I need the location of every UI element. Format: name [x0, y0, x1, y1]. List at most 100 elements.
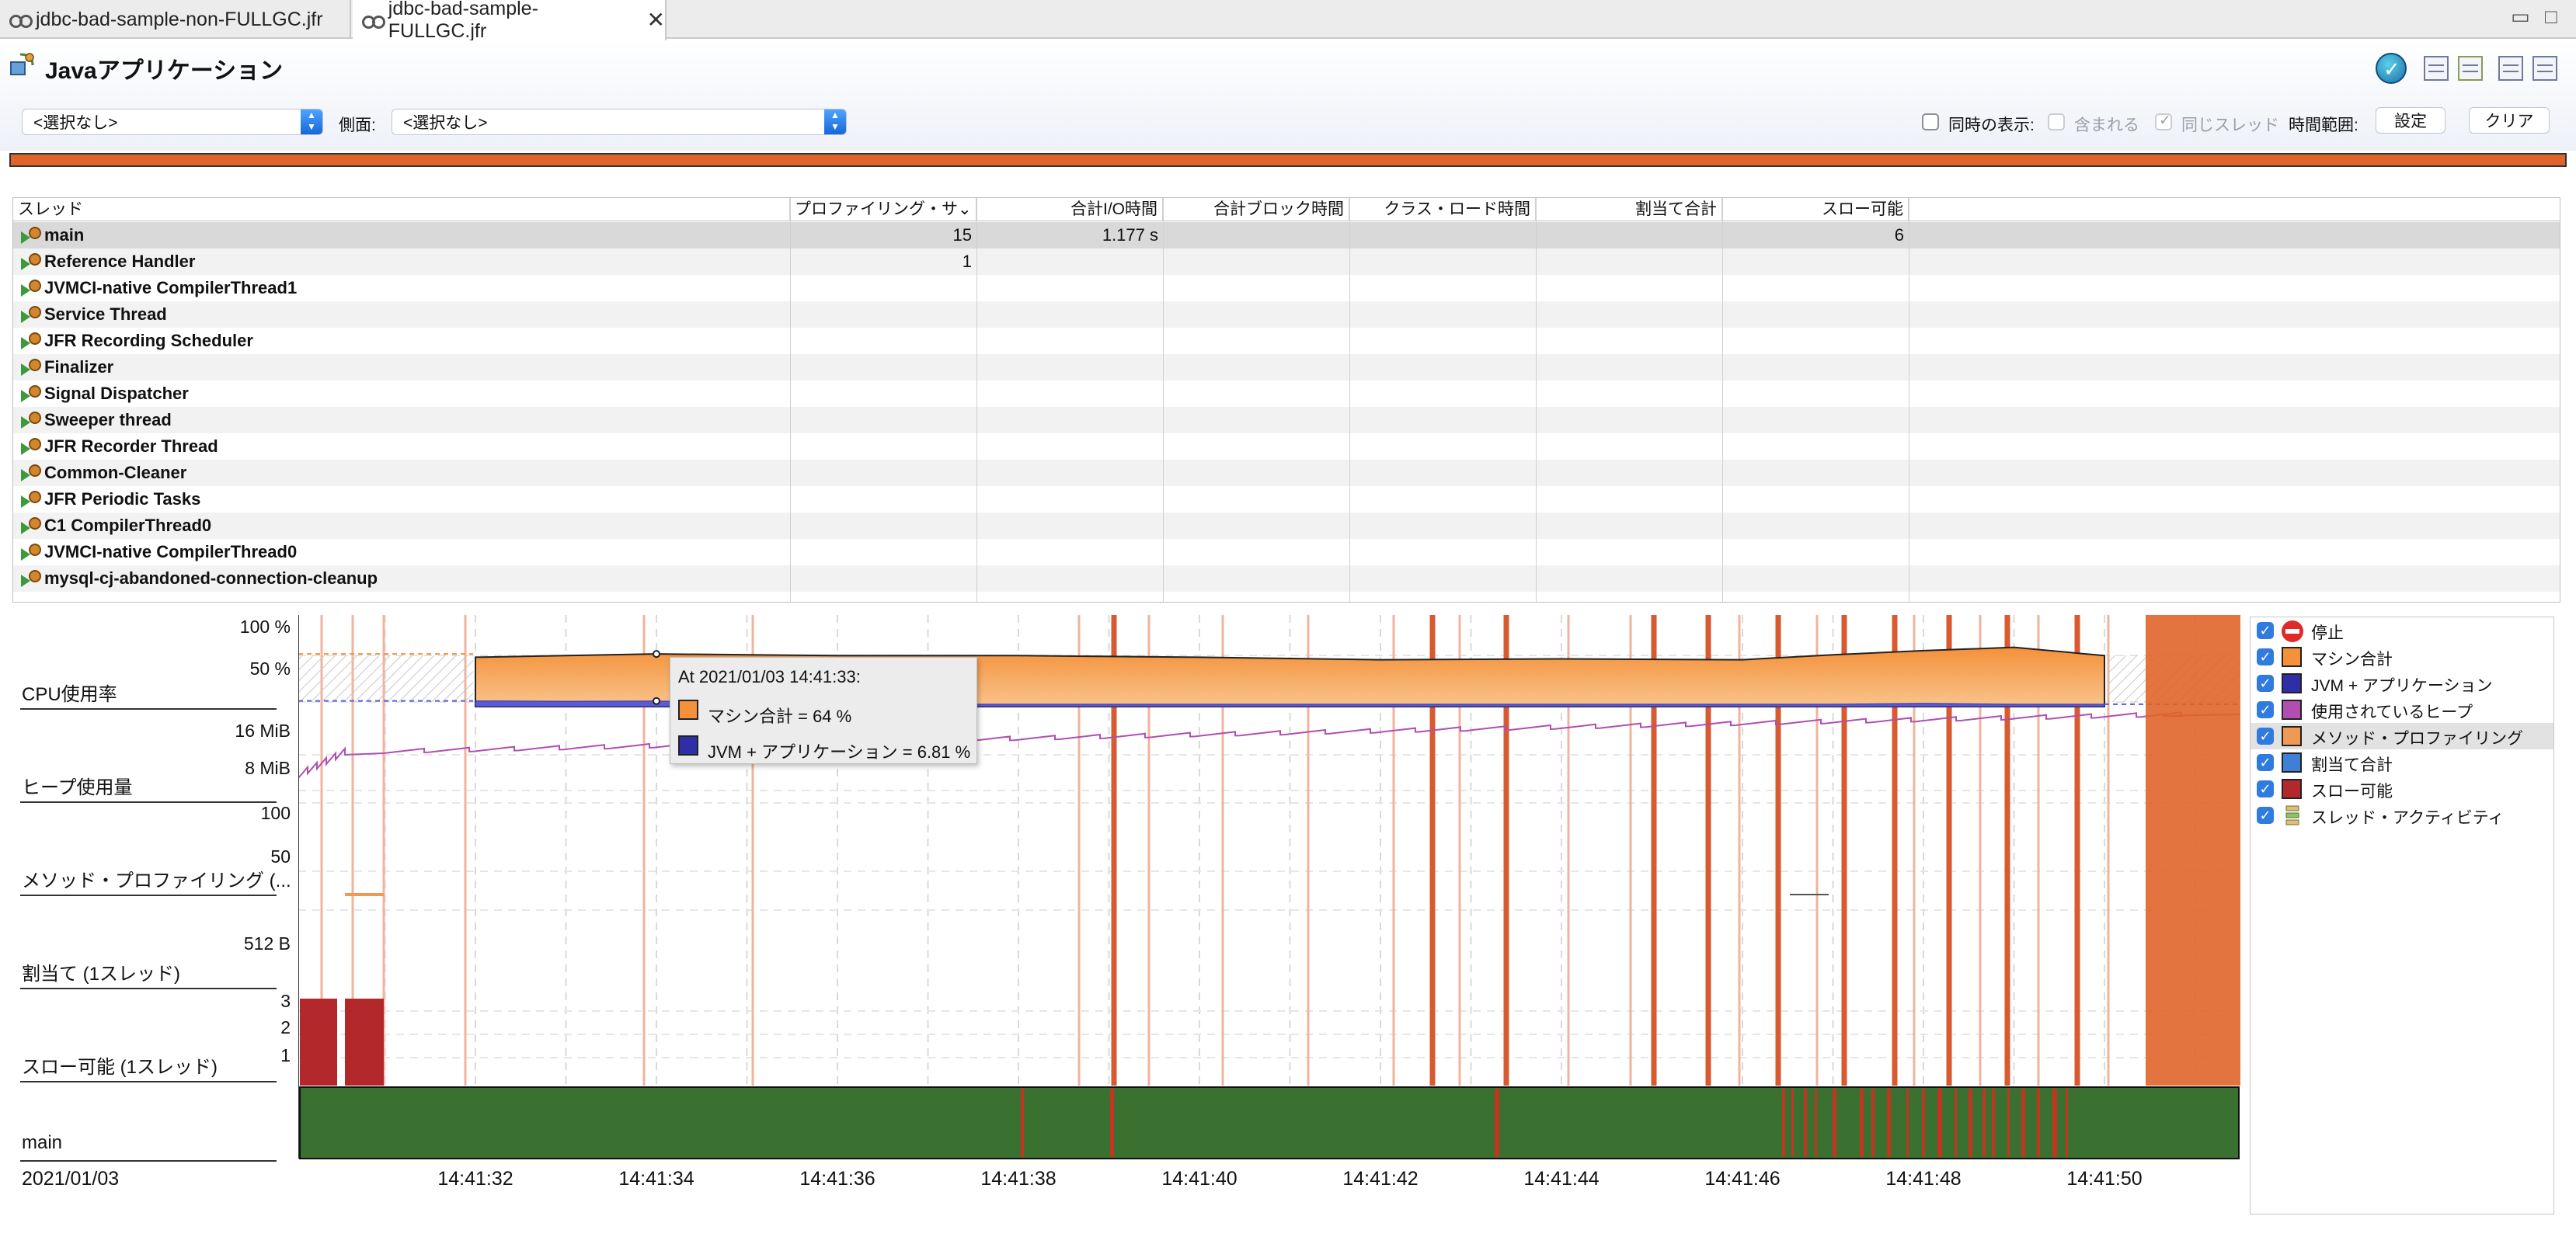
x-tick-label: 14:41:32 — [437, 1168, 513, 1190]
checkbox-checked-icon[interactable]: ✓ — [2257, 780, 2274, 797]
thread-blocked-segment — [1791, 1089, 1794, 1157]
throw-tick: 3 — [280, 991, 291, 1011]
axis-date: 2021/01/03 — [22, 1168, 120, 1190]
table-row[interactable]: JFR Recorder Thread — [13, 433, 2560, 460]
column-divider — [790, 198, 791, 602]
checkbox-checked-icon[interactable]: ✓ — [2257, 648, 2274, 665]
alloc-lane-label: 割当て (1スレッド) — [22, 964, 180, 985]
table-row[interactable]: JFR Recording Scheduler — [13, 328, 2560, 354]
table-row[interactable]: Sweeper thread — [13, 407, 2560, 433]
thread-name: Signal Dispatcher — [44, 384, 189, 403]
cell-profiling — [790, 354, 976, 380]
cell-block — [1163, 460, 1349, 486]
legend-item-stop[interactable]: ✓ 停止 — [2251, 617, 2553, 644]
tab-label: jdbc-bad-sample-non-FULLGC.jfr — [36, 8, 323, 30]
table-row[interactable]: Finalizer — [13, 354, 2560, 380]
table-row[interactable]: Service Thread — [13, 301, 2560, 328]
table-row[interactable]: JVMCI-native CompilerThread1 — [13, 275, 2560, 301]
table-row[interactable]: Reference Handler 1 — [13, 248, 2560, 275]
legend-item-allocation[interactable]: ✓ 割当て合計 — [2251, 749, 2553, 776]
legend-item-throwables[interactable]: ✓ スロー可能 — [2251, 776, 2553, 802]
aspect-label: 側面: — [339, 116, 376, 134]
column-profiling[interactable]: プロファイリング・サ⌄ — [790, 198, 976, 221]
table-row[interactable]: Signal Dispatcher — [13, 380, 2560, 407]
aspect-select[interactable]: <選択なし> ▲ ▼ — [392, 109, 847, 135]
cell-classload — [1349, 222, 1536, 248]
sort-down-icon: ⌄ — [958, 200, 972, 218]
checkbox-checked-icon[interactable]: ✓ — [2257, 622, 2274, 639]
legend-swatch — [2282, 752, 2302, 773]
thread-blocked-segment — [2037, 1089, 2040, 1157]
legend-item-jvm[interactable]: ✓ JVM + アプリケーション — [2251, 670, 2553, 697]
legend-swatch — [2282, 700, 2302, 720]
checkbox-checked-icon[interactable]: ✓ — [2257, 675, 2274, 692]
column-io[interactable]: 合計I/O時間 — [976, 198, 1163, 221]
cell-throwables — [1722, 328, 1909, 354]
cell-alloc — [1536, 486, 1722, 513]
table-row[interactable]: JVMCI-native CompilerThread0 — [13, 539, 2560, 565]
x-tick-label: 14:41:48 — [1885, 1168, 1962, 1190]
jvm-swatch — [678, 735, 698, 756]
cell-profiling — [790, 539, 976, 565]
x-tick-label: 14:41:36 — [799, 1168, 875, 1190]
column-divider — [1536, 198, 1537, 602]
cell-alloc — [1536, 539, 1722, 565]
cell-alloc — [1536, 275, 1722, 301]
table-row[interactable]: main 15 1.177 s 6 — [13, 222, 2560, 248]
grid-icon[interactable] — [2498, 56, 2523, 81]
thread-blocked-segment — [1906, 1089, 1909, 1157]
concurrent-checkbox[interactable] — [1922, 113, 1939, 130]
close-icon[interactable]: ✕ — [647, 9, 665, 31]
thread-activity-bar — [299, 1086, 2240, 1159]
thread-name: Service Thread — [44, 304, 167, 324]
thread-blocked-segment — [1021, 1089, 1024, 1157]
column-thread[interactable]: スレッド — [13, 198, 790, 221]
checkbox-checked-icon[interactable]: ✓ — [2257, 807, 2274, 824]
tab-fullgc[interactable]: jdbc-bad-sample-FULLGC.jfr ✕ — [353, 0, 667, 42]
minimize-icon[interactable]: ▭ — [2511, 5, 2530, 29]
column-alloc[interactable]: 割当て合計 — [1536, 198, 1722, 221]
checkbox-checked-icon[interactable]: ✓ — [2257, 728, 2274, 745]
checkbox-checked-icon[interactable]: ✓ — [2257, 754, 2274, 771]
thread-activity-icon — [2285, 805, 2299, 825]
clear-button[interactable]: クリア — [2469, 107, 2550, 134]
legend-item-method-profiling[interactable]: ✓ メソッド・プロファイリング — [2251, 723, 2553, 749]
column-block[interactable]: 合計ブロック時間 — [1163, 198, 1349, 221]
time-range-bar[interactable] — [9, 153, 2567, 167]
cell-classload — [1349, 407, 1536, 433]
stop-icon — [2282, 620, 2303, 642]
table-row[interactable]: C1 CompilerThread0 — [13, 513, 2560, 539]
hover-point — [653, 697, 660, 705]
primary-select[interactable]: <選択なし> ▲ ▼ — [22, 109, 323, 135]
column-throwables[interactable]: スロー可能 — [1722, 198, 1909, 221]
legend-item-thread-activity[interactable]: ✓ スレッド・アクティビティ — [2251, 802, 2553, 829]
legend-label: スレッド・アクティビティ — [2311, 809, 2505, 827]
table-row[interactable]: JFR Periodic Tasks — [13, 486, 2560, 513]
cell-block — [1163, 328, 1349, 354]
thread-blocked-segment — [1860, 1089, 1864, 1157]
thread-blocked-segment — [1887, 1089, 1891, 1157]
check-icon[interactable]: ✓ — [2376, 53, 2407, 84]
cell-throwables — [1722, 486, 1909, 513]
table-view-icon[interactable] — [2424, 56, 2449, 81]
checkbox-checked-icon[interactable]: ✓ — [2257, 701, 2274, 718]
tab-non-fullgc[interactable]: jdbc-bad-sample-non-FULLGC.jfr — [0, 0, 351, 39]
cpu-usage-plot — [298, 646, 2240, 707]
table-row[interactable]: Common-Cleaner — [13, 460, 2560, 486]
cell-throwables — [1722, 460, 1909, 486]
set-button[interactable]: 設定 — [2376, 107, 2445, 134]
cell-io — [976, 513, 1163, 539]
maximize-icon[interactable]: □ — [2545, 5, 2557, 29]
range-highlight — [2146, 615, 2240, 1086]
legend-item-machine-total[interactable]: ✓ マシン合計 — [2251, 644, 2553, 670]
timeline-chart[interactable] — [298, 615, 2240, 1166]
table-row[interactable]: mysql-cj-abandoned-connection-cleanup — [13, 565, 2560, 592]
edit-icon[interactable] — [2458, 56, 2483, 81]
split-view-icon[interactable] — [2532, 56, 2557, 81]
include-checkbox[interactable] — [2048, 113, 2065, 130]
cell-block — [1163, 407, 1349, 433]
include-label: 含まれる — [2074, 116, 2139, 134]
column-classload[interactable]: クラス・ロード時間 — [1349, 198, 1536, 221]
same-thread-checkbox[interactable] — [2155, 112, 2172, 130]
legend-item-heap[interactable]: ✓ 使用されているヒープ — [2251, 697, 2553, 723]
